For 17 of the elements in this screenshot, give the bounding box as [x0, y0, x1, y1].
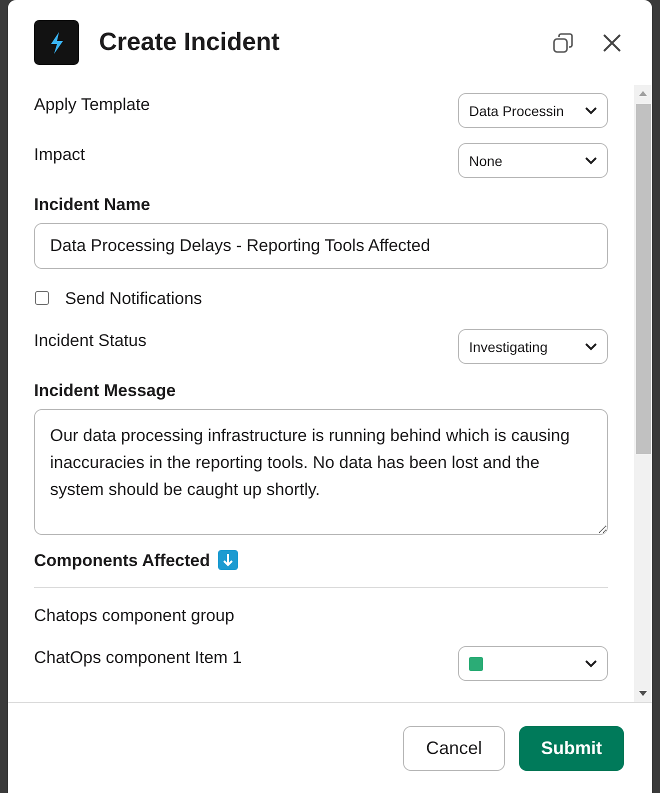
- checkbox-label: Send Notifications: [65, 288, 202, 309]
- group-label: Chatops component group: [34, 605, 234, 626]
- cancel-button[interactable]: Cancel: [402, 726, 505, 770]
- component-label: ChatOps component Item 1: [34, 647, 242, 668]
- submit-button[interactable]: Submit: [519, 726, 624, 770]
- select-dropdown[interactable]: None: [458, 143, 608, 178]
- section-heading: Components Affected: [34, 550, 210, 571]
- select-dropdown[interactable]: Data Processin: [458, 93, 608, 128]
- select-dropdown[interactable]: Investigating: [458, 329, 608, 364]
- field-label: Incident Name: [34, 194, 152, 215]
- field-label: Incident Message: [34, 380, 177, 401]
- message-field[interactable]: Our data processing infrastructure is running behind which is causing inaccuracies in the reporting tools. No data has been lost and the system should be caught up shortly.: [34, 409, 608, 535]
- field-label: Impact: [34, 144, 86, 165]
- modal-title: Create Incident: [99, 28, 281, 57]
- field-label: Incident Status: [34, 330, 146, 351]
- field-label: Apply Template: [34, 94, 150, 115]
- input-field[interactable]: Data Processing Delays - Reporting Tools Affected: [34, 223, 608, 269]
